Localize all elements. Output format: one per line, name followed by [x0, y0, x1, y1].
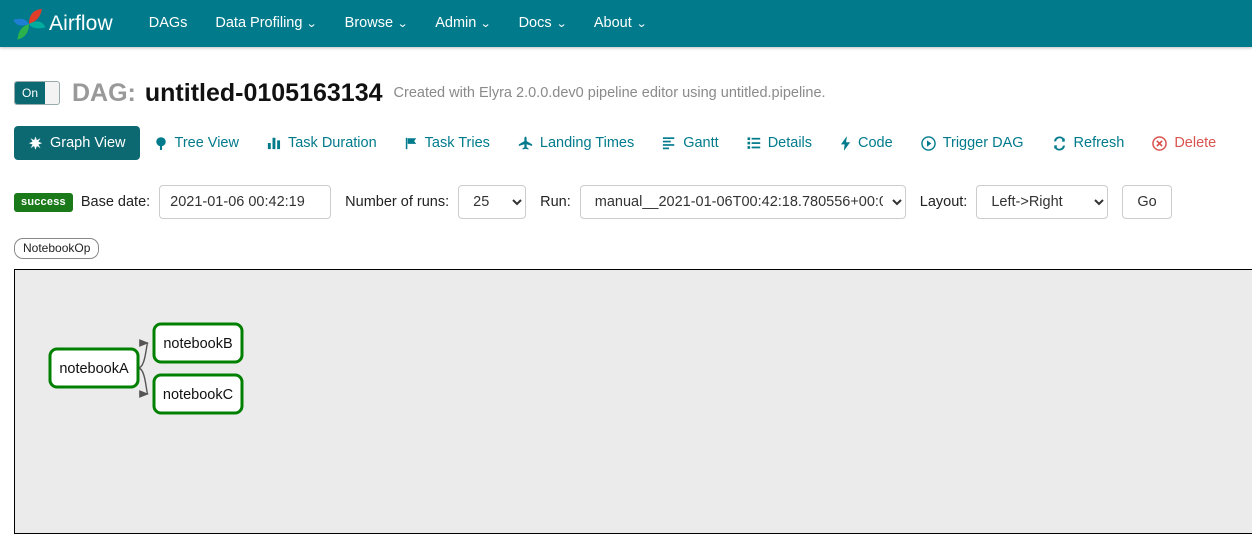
- layout-select[interactable]: Left->RightRight->LeftTop->BottomBottom-…: [976, 185, 1109, 219]
- list-icon: [747, 136, 761, 150]
- operator-legend: NotebookOp: [0, 238, 1252, 259]
- chevron-down-icon: ⌄: [306, 17, 318, 30]
- tab-label: Task Duration: [287, 135, 377, 151]
- dag-view-tabs: Graph View Tree View Task Duration Task Tri…: [0, 126, 1252, 160]
- graph-node-label: notebookB: [163, 336, 232, 352]
- nav-item-dags[interactable]: DAGs: [135, 0, 202, 47]
- nav-item-label: About: [593, 14, 632, 31]
- run-label: Run:: [540, 194, 571, 210]
- nav-item-admin[interactable]: Admin ⌄: [421, 0, 504, 48]
- nav-item-label: Data Profiling: [215, 14, 303, 31]
- tab-delete[interactable]: Delete: [1138, 126, 1230, 160]
- tab-details[interactable]: Details: [733, 126, 826, 160]
- graph-node-label: notebookA: [59, 361, 129, 377]
- base-date-label: Base date:: [80, 194, 151, 210]
- bar-chart-icon: [267, 136, 281, 150]
- layout-label: Layout:: [919, 194, 968, 210]
- graph-node-label: notebookC: [163, 387, 233, 403]
- chevron-down-icon: ⌄: [396, 17, 409, 30]
- plane-icon: [518, 136, 533, 151]
- tab-task-duration[interactable]: Task Duration: [253, 126, 391, 160]
- go-button[interactable]: Go: [1122, 185, 1172, 219]
- dag-description: Created with Elyra 2.0.0.dev0 pipeline e…: [393, 85, 826, 101]
- tab-label: Task Tries: [424, 135, 490, 151]
- dag-on-off-toggle[interactable]: On: [14, 81, 60, 105]
- tree-icon: [154, 136, 168, 151]
- tab-code[interactable]: Code: [826, 126, 907, 160]
- graph-node-notebookA[interactable]: notebookA: [48, 347, 140, 389]
- nav-item-docs[interactable]: Docs ⌄: [505, 0, 580, 48]
- dag-title-row: On DAG: untitled-0105163134 Created with…: [0, 47, 1252, 113]
- bolt-icon: [840, 135, 851, 151]
- tab-landing-times[interactable]: Landing Times: [504, 126, 648, 160]
- tab-task-tries[interactable]: Task Tries: [391, 126, 504, 160]
- chevron-down-icon: ⌄: [635, 17, 648, 30]
- asterisk-icon: [28, 135, 43, 151]
- tab-label: Refresh: [1073, 135, 1125, 151]
- chevron-down-icon: ⌄: [480, 17, 492, 30]
- nav-item-label: Admin: [435, 14, 477, 31]
- tab-label: Landing Times: [539, 135, 635, 151]
- chevron-down-icon: ⌄: [555, 17, 567, 30]
- airflow-brand-link[interactable]: Airflow: [12, 7, 113, 41]
- nav-item-label: Docs: [518, 14, 552, 31]
- number-of-runs-select[interactable]: 52550100365: [458, 185, 527, 219]
- number-of-runs-label: Number of runs:: [345, 194, 450, 210]
- graph-node-notebookC[interactable]: notebookC: [152, 373, 244, 415]
- align-left-icon: [662, 136, 676, 150]
- legend-pill-notebookop[interactable]: NotebookOp: [14, 238, 100, 259]
- nav-item-about[interactable]: About ⌄: [580, 0, 660, 48]
- nav-item-browse[interactable]: Browse ⌄: [331, 0, 422, 48]
- tab-label: Gantt: [683, 135, 719, 151]
- tab-trigger-dag[interactable]: Trigger DAG: [907, 126, 1038, 160]
- tab-gantt[interactable]: Gantt: [648, 126, 732, 160]
- tab-label: Delete: [1174, 135, 1217, 151]
- dag-graph-svg: notebookA notebookB notebookC: [48, 322, 244, 415]
- nav-item-label: DAGs: [148, 15, 188, 31]
- tab-label: Code: [858, 135, 893, 151]
- tab-graph-view[interactable]: Graph View: [14, 126, 140, 160]
- tab-refresh[interactable]: Refresh: [1038, 126, 1139, 160]
- page-title: untitled-0105163134: [144, 78, 383, 107]
- top-navbar: Airflow DAGs Data Profiling ⌄ Browse ⌄ Admin ⌄…: [0, 0, 1252, 47]
- tab-label: Trigger DAG: [942, 135, 1024, 151]
- brand-text: Airflow: [49, 11, 113, 35]
- delete-circle-icon: [1152, 135, 1168, 151]
- tab-tree-view[interactable]: Tree View: [140, 126, 253, 160]
- flag-icon: [405, 136, 418, 151]
- dag-prefix-label: DAG:: [72, 78, 136, 107]
- status-badge: success: [14, 192, 73, 212]
- graph-nodes-group: notebookA notebookB notebookC: [48, 322, 244, 415]
- nav-item-data-profiling[interactable]: Data Profiling ⌄: [201, 0, 330, 48]
- tab-label: Graph View: [50, 135, 126, 151]
- tab-label: Details: [767, 135, 813, 151]
- graph-controls-bar: success Base date: Number of runs: 52550…: [0, 184, 1252, 220]
- graph-node-notebookB[interactable]: notebookB: [152, 322, 244, 364]
- play-circle-icon: [920, 135, 936, 151]
- dag-graph-canvas[interactable]: notebookA notebookB notebookC: [14, 269, 1252, 534]
- refresh-icon: [1052, 135, 1067, 151]
- dag-toggle-state-label: On: [15, 82, 45, 104]
- base-date-input[interactable]: [159, 185, 332, 219]
- airflow-pinwheel-logo: [13, 8, 46, 40]
- run-select[interactable]: manual__2021-01-06T00:42:18.780556+00:00: [579, 185, 906, 219]
- nav-item-label: Browse: [344, 14, 394, 31]
- tab-label: Tree View: [174, 135, 239, 151]
